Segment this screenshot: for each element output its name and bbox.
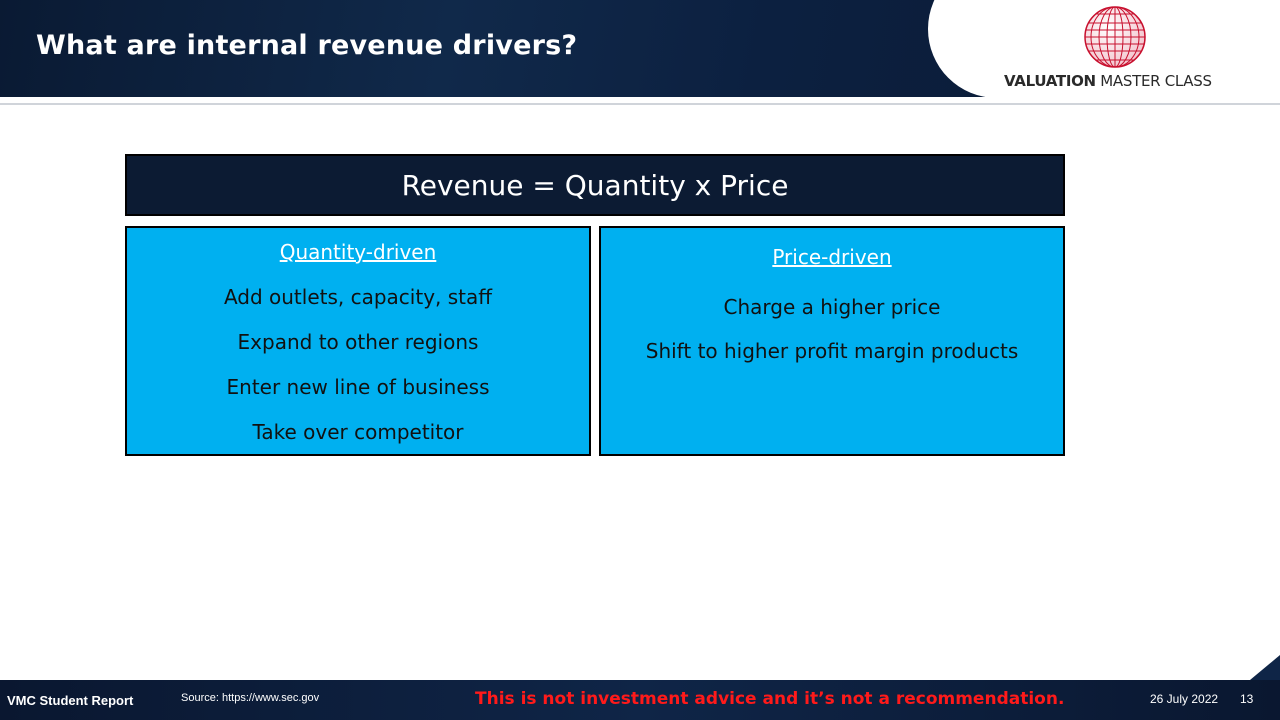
list-item: Charge a higher price: [723, 295, 941, 319]
globe-icon: [1084, 6, 1146, 68]
formula-banner: Revenue = Quantity x Price: [125, 154, 1065, 216]
header-divider: [0, 97, 1280, 105]
list-item: Shift to higher profit margin products: [645, 339, 1019, 363]
price-driven-box: Price-driven Charge a higher price Shift…: [599, 226, 1065, 456]
list-item: Take over competitor: [252, 420, 464, 444]
list-item: Add outlets, capacity, staff: [223, 285, 493, 309]
footer-corner-accent: [1250, 655, 1280, 680]
slide-date: 26 July 2022: [1150, 692, 1219, 706]
quantity-driven-title: Quantity-driven: [279, 240, 437, 264]
price-driven-title: Price-driven: [772, 245, 892, 269]
disclaimer-text: This is not investment advice and it’s n…: [475, 689, 1065, 709]
logo-wordmark: VALUATION MASTER CLASS: [1004, 72, 1212, 90]
quantity-driven-box: Quantity-driven Add outlets, capacity, s…: [125, 226, 591, 456]
slide-title: What are internal revenue drivers?: [36, 30, 578, 61]
report-label: VMC Student Report: [7, 693, 134, 708]
list-item: Expand to other regions: [237, 330, 479, 354]
list-item: Enter new line of business: [226, 375, 490, 399]
source-note: Source: https://www.sec.gov: [181, 692, 320, 704]
page-number: 13: [1240, 692, 1254, 706]
